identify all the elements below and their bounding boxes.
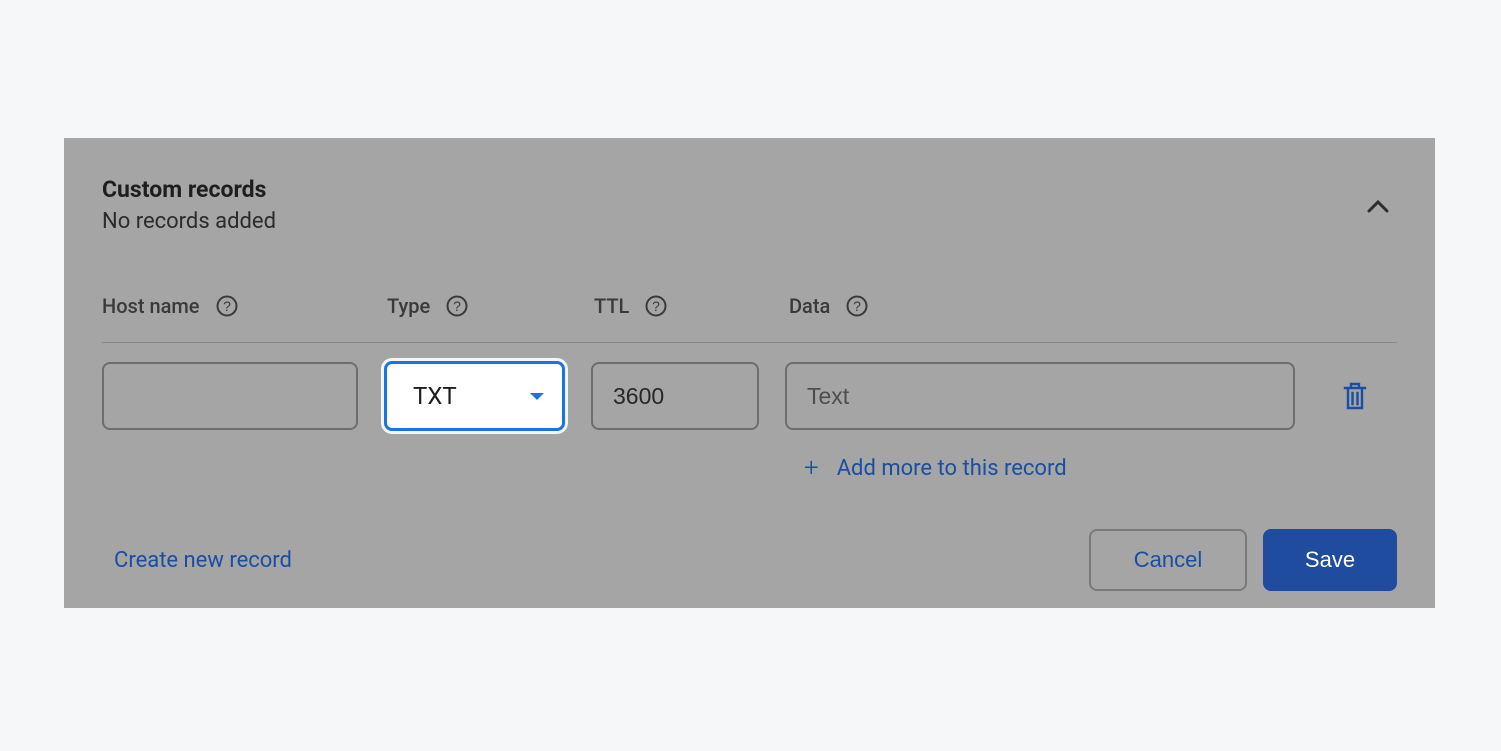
plus-icon: +: [804, 453, 819, 483]
panel-header: Custom records No records added: [102, 176, 1397, 234]
create-new-record-link[interactable]: Create new record: [114, 548, 292, 573]
help-icon-type[interactable]: ?: [446, 295, 468, 317]
help-icon-ttl[interactable]: ?: [645, 295, 667, 317]
help-icon-hostname[interactable]: ?: [216, 295, 238, 317]
help-icon-data[interactable]: ?: [846, 295, 868, 317]
col-header-ttl: TTL ?: [594, 294, 789, 318]
hostname-input[interactable]: [102, 362, 358, 430]
column-headers: Host name ? Type ? TTL ? Data ?: [102, 294, 1397, 343]
record-row: TXT: [102, 361, 1397, 431]
panel-footer: Create new record Cancel Save: [102, 529, 1397, 591]
svg-text:?: ?: [853, 298, 861, 314]
col-label-data: Data: [789, 294, 830, 318]
col-header-type: Type ?: [387, 294, 594, 318]
svg-text:?: ?: [453, 298, 461, 314]
question-icon: ?: [846, 295, 868, 317]
svg-text:?: ?: [223, 298, 231, 314]
cancel-button[interactable]: Cancel: [1089, 529, 1247, 591]
chevron-up-icon: [1367, 199, 1389, 213]
svg-text:?: ?: [652, 298, 660, 314]
question-icon: ?: [446, 295, 468, 317]
type-select[interactable]: TXT: [384, 361, 565, 431]
button-group: Cancel Save: [1089, 529, 1397, 591]
data-input[interactable]: [785, 362, 1295, 430]
dropdown-arrow-icon: [530, 393, 544, 400]
question-icon: ?: [645, 295, 667, 317]
delete-button[interactable]: [1335, 374, 1375, 418]
panel-title: Custom records: [102, 176, 276, 203]
custom-records-panel: Custom records No records added Host nam…: [64, 138, 1435, 608]
save-button[interactable]: Save: [1263, 529, 1397, 591]
col-label-hostname: Host name: [102, 294, 200, 318]
panel-subtitle: No records added: [102, 209, 276, 234]
type-value: TXT: [413, 382, 457, 410]
col-label-ttl: TTL: [594, 294, 629, 318]
col-header-data: Data ?: [789, 294, 1397, 318]
trash-icon: [1341, 380, 1369, 412]
col-label-type: Type: [387, 294, 430, 318]
add-more-label: Add more to this record: [837, 456, 1067, 481]
header-text: Custom records No records added: [102, 176, 276, 234]
question-icon: ?: [216, 295, 238, 317]
col-header-hostname: Host name ?: [102, 294, 387, 318]
add-more-button[interactable]: + Add more to this record: [804, 453, 1397, 483]
ttl-input[interactable]: [591, 362, 759, 430]
collapse-button[interactable]: [1359, 190, 1397, 225]
